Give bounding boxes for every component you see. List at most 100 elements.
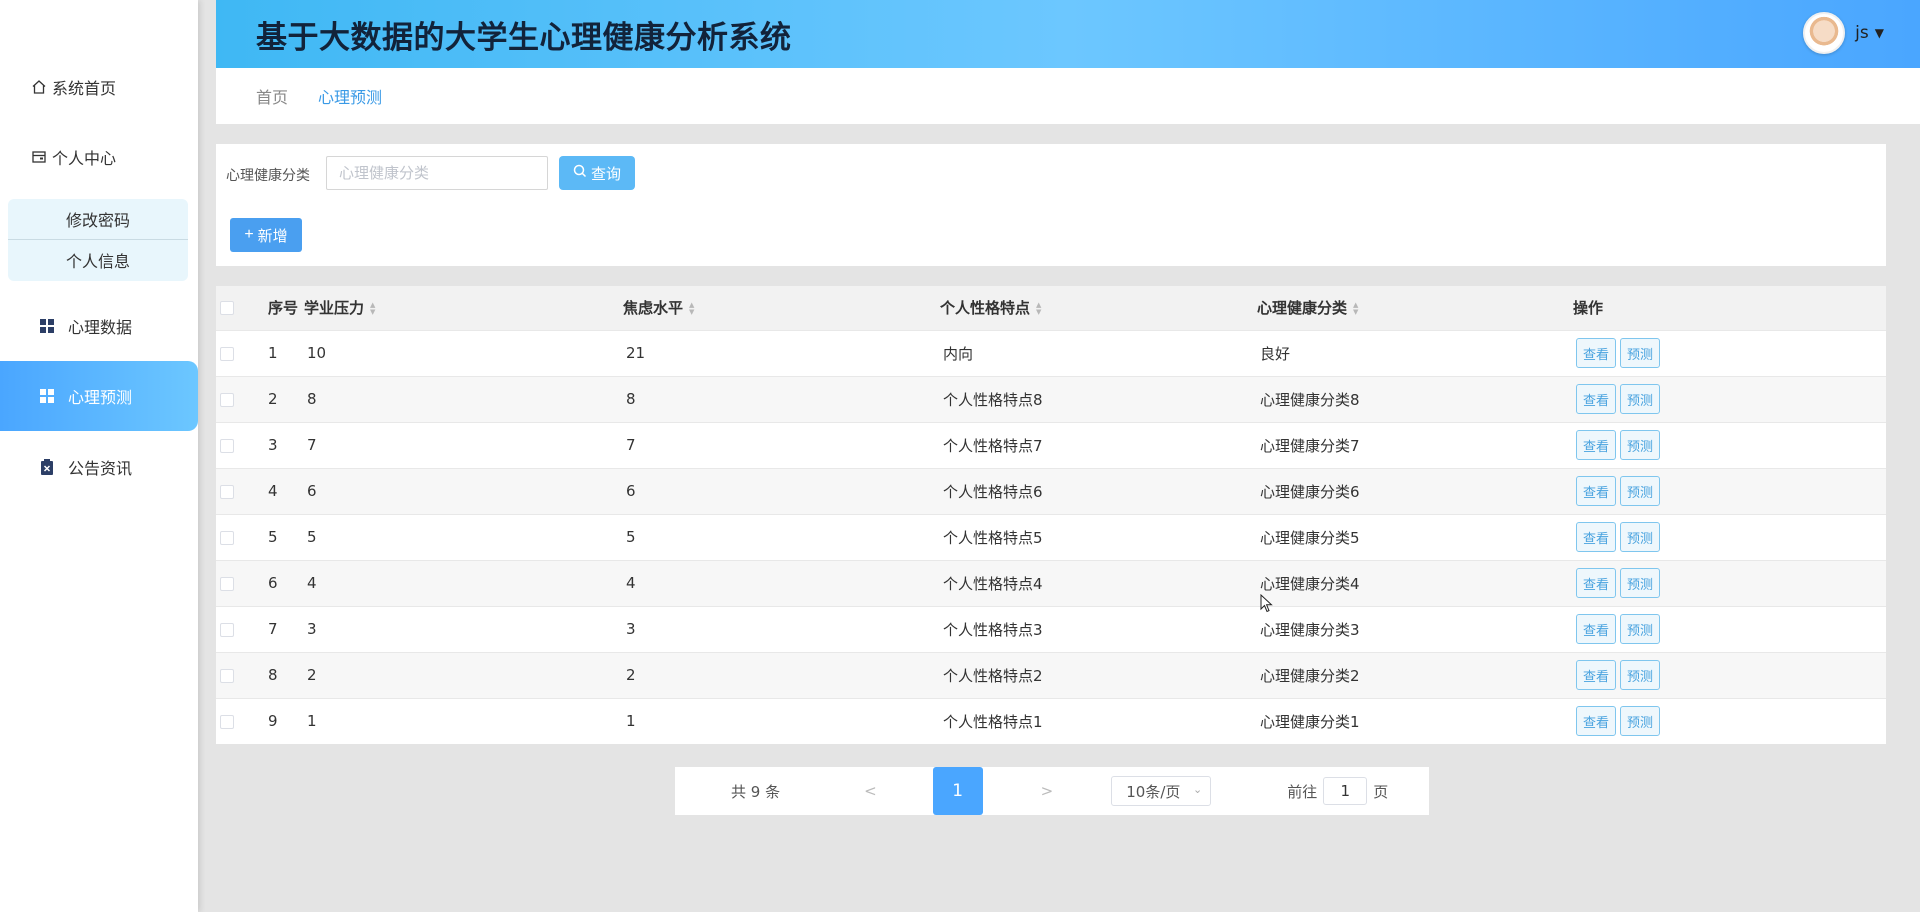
avatar[interactable] bbox=[1803, 12, 1846, 54]
view-button[interactable]: 查看 bbox=[1576, 660, 1616, 690]
row-checkbox[interactable] bbox=[220, 438, 234, 453]
caret-down-icon[interactable]: ▼ bbox=[1875, 26, 1884, 40]
sidebar-item-label: 心理数据 bbox=[68, 318, 133, 337]
pagination: 共 9 条 < 1 > 10条/页 ⌄ 前往 页 bbox=[675, 767, 1429, 815]
row-checkbox[interactable] bbox=[220, 576, 234, 591]
page-size-select[interactable]: 10条/页 ⌄ bbox=[1111, 776, 1212, 806]
view-button[interactable]: 查看 bbox=[1576, 384, 1616, 414]
cell-personality: 个人性格特点4 bbox=[943, 574, 1043, 593]
submenu-item-personal-info[interactable]: 个人信息 bbox=[8, 239, 188, 279]
sidebar-item-psych-data[interactable]: 心理数据 bbox=[0, 291, 198, 361]
app-title: 基于大数据的大学生心理健康分析系统 bbox=[256, 20, 792, 56]
search-icon bbox=[573, 164, 587, 183]
sidebar-item-label: 系统首页 bbox=[52, 79, 117, 98]
clipboard-icon bbox=[38, 458, 56, 476]
sidebar-item-psych-predict[interactable]: 心理预测 bbox=[0, 361, 198, 431]
row-checkbox[interactable] bbox=[220, 346, 234, 361]
cell-anxiety: 6 bbox=[626, 482, 636, 500]
cell-category: 良好 bbox=[1260, 344, 1291, 363]
cell-anxiety: 21 bbox=[626, 344, 646, 362]
page-number-current[interactable]: 1 bbox=[932, 767, 983, 815]
cell-pressure: 8 bbox=[307, 390, 317, 408]
header-no: 序号 bbox=[268, 299, 299, 318]
breadcrumb: 首页 心理预测 bbox=[216, 68, 1920, 124]
predict-button[interactable]: 预测 bbox=[1620, 706, 1660, 737]
goto-label: 前往 bbox=[1287, 782, 1318, 801]
add-button[interactable]: + 新增 bbox=[230, 218, 302, 252]
cell-no: 1 bbox=[268, 344, 278, 362]
cell-personality: 内向 bbox=[943, 344, 974, 363]
predict-button[interactable]: 预测 bbox=[1620, 430, 1660, 460]
table-row: 4 6 6 个人性格特点6 心理健康分类6 查看 预测 bbox=[216, 468, 1886, 514]
predict-button[interactable]: 预测 bbox=[1620, 476, 1660, 506]
data-table: 序号 学业压力 ▲ ▼ 焦虑水平 ▲ ▼ 个人性格特点 ▲ ▼ 心理健康分类 ▲ ▼ 操作 11… bbox=[216, 286, 1886, 744]
sidebar-item-profile[interactable]: 个人中心 bbox=[0, 122, 198, 192]
page-unit-label: 页 bbox=[1373, 782, 1389, 801]
cell-no: 3 bbox=[268, 436, 278, 454]
header-category[interactable]: 心理健康分类 ▲ ▼ bbox=[1257, 286, 1573, 330]
predict-button[interactable]: 预测 bbox=[1620, 522, 1660, 552]
view-button[interactable]: 查看 bbox=[1576, 476, 1616, 506]
predict-button[interactable]: 预测 bbox=[1620, 614, 1660, 644]
cell-anxiety: 4 bbox=[626, 574, 636, 592]
view-button[interactable]: 查看 bbox=[1576, 614, 1616, 644]
header-personality[interactable]: 个人性格特点 ▲ ▼ bbox=[940, 286, 1257, 330]
cell-no: 2 bbox=[268, 390, 278, 408]
select-all-checkbox[interactable] bbox=[220, 301, 234, 316]
row-checkbox[interactable] bbox=[220, 622, 234, 637]
query-button-label: 查询 bbox=[590, 165, 621, 183]
sort-icon[interactable]: ▲ ▼ bbox=[689, 301, 694, 316]
sidebar-item-announcements[interactable]: 公告资讯 bbox=[0, 432, 198, 502]
row-checkbox[interactable] bbox=[220, 668, 234, 683]
predict-button[interactable]: 预测 bbox=[1620, 660, 1660, 690]
view-button[interactable]: 查看 bbox=[1576, 568, 1616, 598]
predict-button[interactable]: 预测 bbox=[1620, 568, 1660, 598]
row-checkbox[interactable] bbox=[220, 530, 234, 545]
plus-icon: + bbox=[244, 226, 254, 243]
row-checkbox[interactable] bbox=[220, 714, 234, 729]
cell-personality: 个人性格特点2 bbox=[943, 666, 1043, 685]
table-row: 9 1 1 个人性格特点1 心理健康分类1 查看 预测 bbox=[216, 698, 1886, 744]
cell-no: 6 bbox=[268, 574, 278, 592]
sidebar-item-home[interactable]: 系统首页 bbox=[0, 52, 198, 122]
breadcrumb-home[interactable]: 首页 bbox=[256, 84, 288, 108]
user-menu[interactable]: js ▼ bbox=[1803, 12, 1884, 54]
profile-submenu: 修改密码 个人信息 bbox=[8, 199, 188, 281]
view-button[interactable]: 查看 bbox=[1576, 522, 1616, 552]
table-row: 6 4 4 个人性格特点4 心理健康分类4 查看 预测 bbox=[216, 560, 1886, 606]
category-search-input[interactable] bbox=[326, 156, 548, 190]
view-button[interactable]: 查看 bbox=[1576, 706, 1616, 737]
predict-button[interactable]: 预测 bbox=[1620, 338, 1660, 368]
header-category-label: 心理健康分类 bbox=[1257, 299, 1348, 318]
view-button[interactable]: 查看 bbox=[1576, 430, 1616, 460]
submenu-item-change-password[interactable]: 修改密码 bbox=[8, 199, 188, 239]
next-page-button[interactable]: > bbox=[1041, 782, 1054, 800]
row-checkbox[interactable] bbox=[220, 484, 234, 499]
query-button[interactable]: 查询 bbox=[559, 156, 635, 190]
cell-pressure: 6 bbox=[307, 482, 317, 500]
cell-category: 心理健康分类7 bbox=[1260, 436, 1360, 455]
table-row: 1 10 21 内向 良好 查看 预测 bbox=[216, 330, 1886, 376]
cell-no: 7 bbox=[268, 620, 278, 638]
cell-personality: 个人性格特点5 bbox=[943, 528, 1043, 547]
wallet-icon bbox=[30, 148, 48, 166]
cell-no: 5 bbox=[268, 528, 278, 546]
predict-button[interactable]: 预测 bbox=[1620, 384, 1660, 414]
header-anxiety[interactable]: 焦虑水平 ▲ ▼ bbox=[623, 286, 940, 330]
breadcrumb-current: 心理预测 bbox=[318, 88, 383, 107]
sort-icon[interactable]: ▲ ▼ bbox=[370, 301, 375, 316]
header-anxiety-label: 焦虑水平 bbox=[623, 299, 684, 318]
cell-pressure: 7 bbox=[307, 436, 317, 454]
view-button[interactable]: 查看 bbox=[1576, 338, 1616, 368]
sort-icon[interactable]: ▲ ▼ bbox=[1036, 301, 1041, 316]
row-checkbox[interactable] bbox=[220, 392, 234, 407]
chevron-down-icon: ⌄ bbox=[1193, 783, 1203, 796]
goto-page-input[interactable] bbox=[1323, 777, 1368, 805]
prev-page-button[interactable]: < bbox=[864, 782, 877, 800]
username: js bbox=[1855, 23, 1869, 43]
table-header-row: 序号 学业压力 ▲ ▼ 焦虑水平 ▲ ▼ 个人性格特点 ▲ ▼ 心理健康分类 ▲ ▼ 操作 bbox=[216, 286, 1886, 330]
sort-icon[interactable]: ▲ ▼ bbox=[1353, 301, 1358, 316]
header-pressure[interactable]: 学业压力 ▲ ▼ bbox=[304, 286, 623, 330]
cell-anxiety: 3 bbox=[626, 620, 636, 638]
cell-category: 心理健康分类5 bbox=[1260, 528, 1360, 547]
